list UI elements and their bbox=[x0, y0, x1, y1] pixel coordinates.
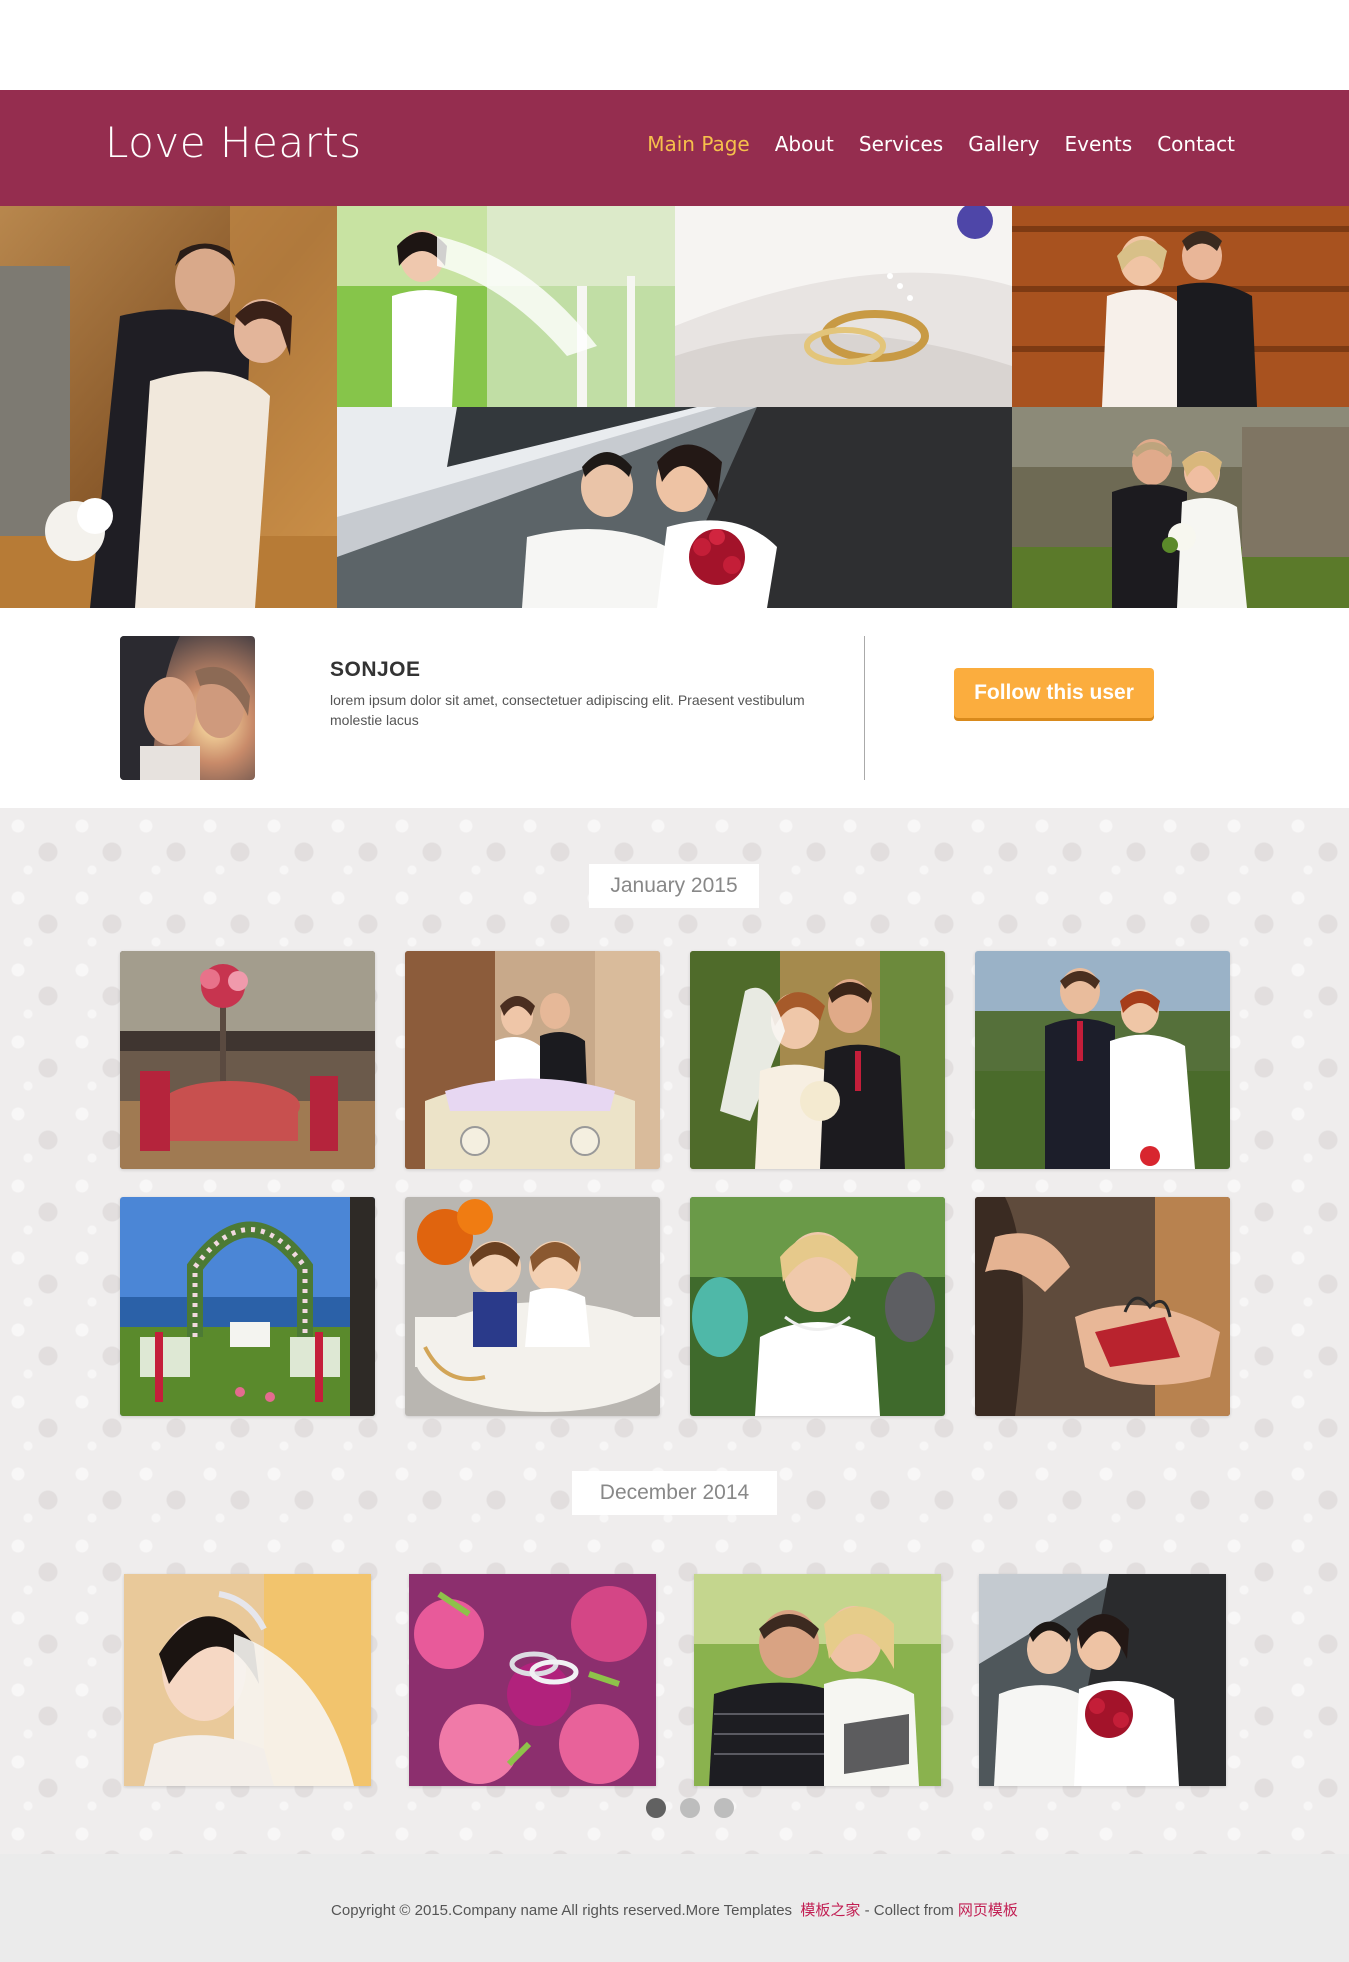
gallery-photo-flower-arch[interactable] bbox=[120, 1197, 375, 1416]
site-logo[interactable]: Love Hearts bbox=[105, 122, 362, 164]
nav-events[interactable]: Events bbox=[1064, 134, 1132, 154]
hero-photo-couple-kiss[interactable] bbox=[1012, 206, 1349, 407]
footer-link-templates[interactable]: 模板之家 bbox=[800, 1902, 860, 1919]
footer-link-source[interactable]: 网页模板 bbox=[958, 1902, 1018, 1919]
footer-copyright: Copyright © 2015.Company name All rights… bbox=[0, 1899, 1349, 1920]
pagination-dot-2[interactable] bbox=[680, 1798, 700, 1818]
gallery-photo-couple-embrace[interactable] bbox=[694, 1574, 941, 1786]
section-label-december-2014: December 2014 bbox=[572, 1471, 777, 1515]
hero-photo-couple-bouquet[interactable] bbox=[337, 407, 1012, 608]
gallery-photo-couple-park[interactable] bbox=[975, 951, 1230, 1169]
copyright-text: Copyright © 2015.Company name All rights… bbox=[331, 1902, 793, 1919]
gallery-photo-ring-box[interactable] bbox=[975, 1197, 1230, 1416]
hero-photo-autumn-couple[interactable] bbox=[0, 206, 337, 608]
user-bio: lorem ipsum dolor sit amet, consectetuer… bbox=[330, 692, 805, 728]
main-nav: Main Page About Services Gallery Events … bbox=[647, 134, 1235, 154]
site-header: Love Hearts Main Page About Services Gal… bbox=[0, 90, 1349, 206]
profile-divider bbox=[864, 636, 865, 780]
nav-gallery[interactable]: Gallery bbox=[968, 134, 1039, 154]
nav-main-page[interactable]: Main Page bbox=[647, 134, 750, 154]
follow-user-button[interactable]: Follow this user bbox=[954, 668, 1154, 718]
nav-services[interactable]: Services bbox=[859, 134, 943, 154]
gallery-photo-couple-bouquet-2[interactable] bbox=[979, 1574, 1226, 1786]
hero-photo-couple-garden[interactable] bbox=[1012, 407, 1349, 608]
carousel-pagination bbox=[646, 1798, 734, 1818]
footer-separator: - Collect from bbox=[860, 1902, 958, 1919]
hero-photo-bride-garden[interactable] bbox=[337, 206, 675, 407]
gallery-photo-couple-flowers[interactable] bbox=[690, 951, 945, 1169]
pagination-dot-3[interactable] bbox=[714, 1798, 734, 1818]
nav-contact[interactable]: Contact bbox=[1157, 134, 1235, 154]
pagination-dot-1[interactable] bbox=[646, 1798, 666, 1818]
site-footer: Copyright © 2015.Company name All rights… bbox=[0, 1854, 1349, 1962]
gallery-photo-rings-roses[interactable] bbox=[409, 1574, 656, 1786]
gallery-photo-bride-portrait[interactable] bbox=[124, 1574, 371, 1786]
user-avatar[interactable] bbox=[120, 636, 255, 780]
user-name: SONJOE bbox=[330, 658, 421, 681]
gallery-photo-wedding-cake[interactable] bbox=[405, 1197, 660, 1416]
nav-about[interactable]: About bbox=[775, 134, 834, 154]
hero-mosaic bbox=[0, 206, 1349, 608]
hero-photo-wedding-rings[interactable] bbox=[675, 206, 1012, 407]
section-label-january-2015: January 2015 bbox=[589, 864, 759, 908]
gallery-photo-bride-smile[interactable] bbox=[690, 1197, 945, 1416]
gallery-photo-banquet-hall[interactable] bbox=[120, 951, 375, 1169]
gallery-photo-wedding-car[interactable] bbox=[405, 951, 660, 1169]
user-profile-bar: SONJOE lorem ipsum dolor sit amet, conse… bbox=[0, 608, 1349, 808]
